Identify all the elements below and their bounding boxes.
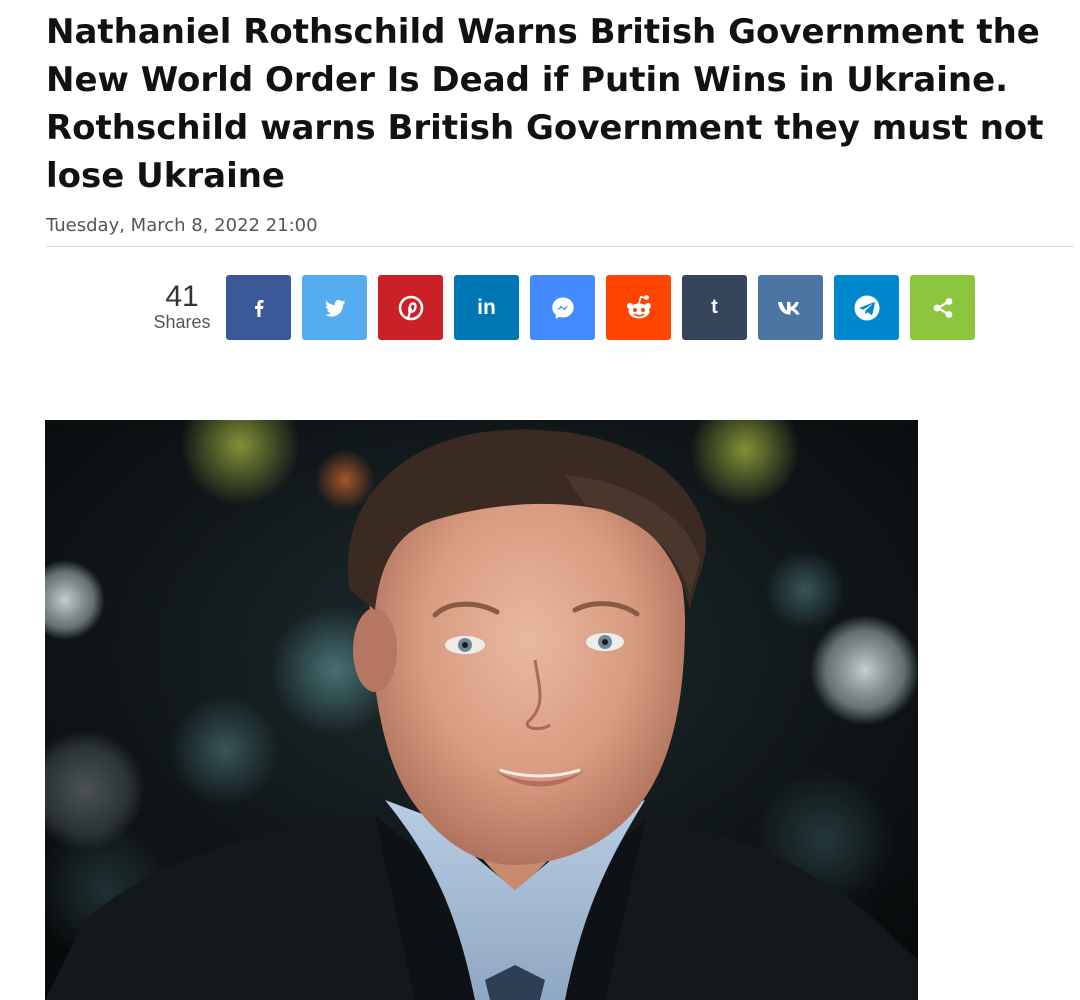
share-count: 41 Shares <box>146 280 218 333</box>
tumblr-icon: t <box>711 296 718 318</box>
twitter-share-button[interactable] <box>302 275 367 340</box>
facebook-share-button[interactable] <box>226 275 291 340</box>
reddit-icon <box>626 294 651 318</box>
article-photo <box>45 420 918 1000</box>
vk-icon <box>777 301 800 314</box>
share-count-label: Shares <box>153 312 211 332</box>
portrait-image <box>45 420 918 1000</box>
vk-share-button[interactable] <box>758 275 823 340</box>
divider <box>46 246 1074 247</box>
tumblr-share-button[interactable]: t <box>682 275 747 340</box>
reddit-share-button[interactable] <box>606 275 671 340</box>
messenger-share-button[interactable] <box>530 275 595 340</box>
facebook-icon <box>254 299 263 317</box>
linkedin-share-button[interactable]: in <box>454 275 519 340</box>
share-buttons: in t <box>226 275 975 340</box>
article-date: Tuesday, March 8, 2022 21:00 <box>46 215 318 236</box>
share-count-number: 41 <box>165 280 199 313</box>
pinterest-share-button[interactable] <box>378 275 443 340</box>
twitter-icon <box>324 299 345 316</box>
share-more-button[interactable] <box>910 275 975 340</box>
share-icon <box>933 297 952 318</box>
telegram-icon <box>854 295 879 320</box>
linkedin-icon: in <box>477 295 496 319</box>
pinterest-icon <box>398 295 423 320</box>
article-headline: Nathaniel Rothschild Warns British Gover… <box>46 12 1044 196</box>
messenger-icon <box>551 297 574 319</box>
telegram-share-button[interactable] <box>834 275 899 340</box>
